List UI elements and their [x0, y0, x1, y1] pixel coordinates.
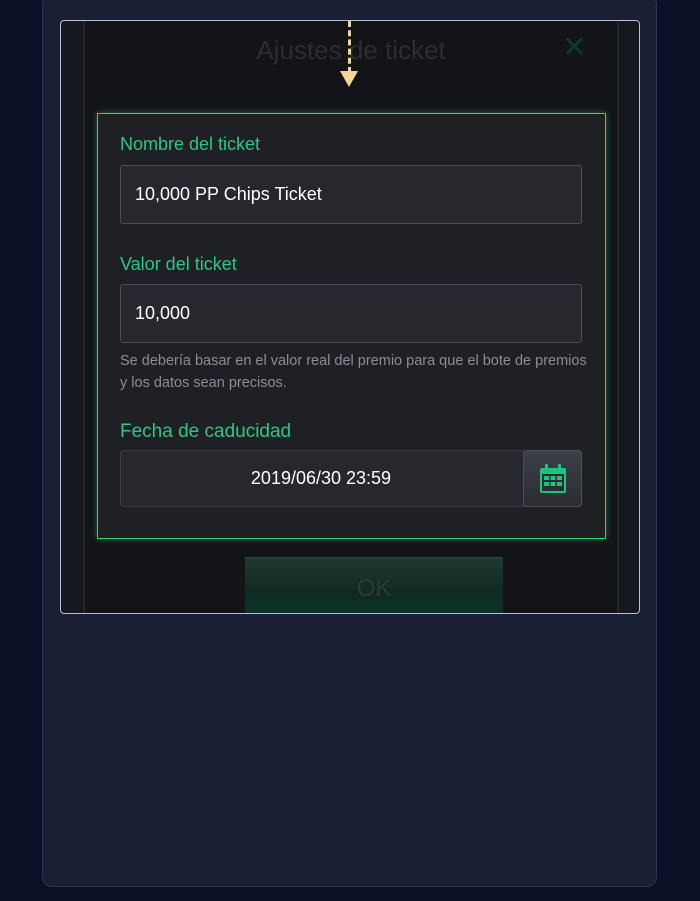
ok-button[interactable]: OK	[245, 557, 503, 613]
annotation-arrow-head	[340, 71, 358, 87]
ticket-value-input[interactable]: 10,000	[120, 284, 582, 343]
expiry-date-field[interactable]: 2019/06/30 23:59	[120, 450, 582, 507]
screenshot-frame: Ajustes de ticket ✕ OK Nombre del ticket…	[60, 20, 640, 614]
expiry-date-value[interactable]: 2019/06/30 23:59	[121, 451, 521, 506]
close-icon[interactable]: ✕	[562, 33, 587, 63]
expiry-date-label: Fecha de caducidad	[120, 421, 292, 442]
ticket-name-label: Nombre del ticket	[120, 134, 261, 154]
calendar-button[interactable]	[523, 450, 582, 507]
help-text: Se debería basar en el valor real del pr…	[120, 353, 587, 391]
highlighted-form: Nombre del ticket 10,000 PP Chips Ticket…	[97, 113, 606, 539]
dialog-title: Ajustes de ticket	[256, 35, 446, 65]
annotation-arrow-line	[348, 21, 351, 73]
ticket-value-label: Valor del ticket	[120, 254, 237, 274]
calendar-icon	[539, 463, 566, 493]
ticket-name-input[interactable]: 10,000 PP Chips Ticket	[120, 165, 582, 224]
